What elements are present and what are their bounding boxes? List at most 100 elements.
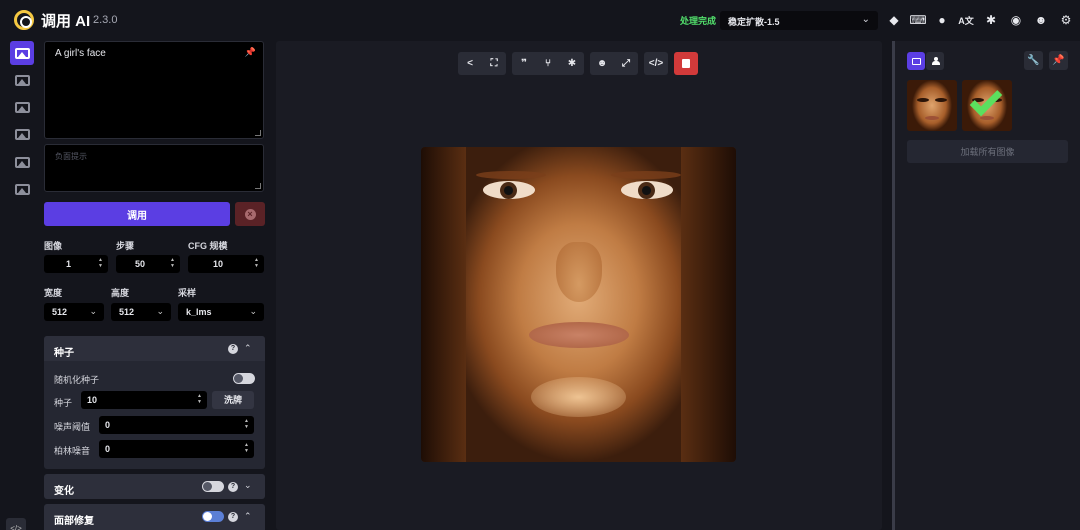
variation-title: 变化: [54, 486, 74, 497]
pin-icon[interactable]: 📌: [245, 47, 256, 58]
seed-section-title: 种子: [54, 348, 74, 359]
seedling-icon[interactable]: ⑂: [536, 52, 560, 75]
chevron-down-icon[interactable]: ⌄: [244, 480, 252, 491]
logo-icon: [14, 10, 34, 30]
postprocess-icon: [14, 183, 30, 195]
random-seed-toggle[interactable]: [233, 373, 255, 384]
gallery-images-tab[interactable]: [907, 52, 925, 70]
github-icon[interactable]: ◉: [1008, 12, 1024, 28]
share-icon[interactable]: <: [458, 52, 482, 75]
invoke-button[interactable]: 调用: [44, 202, 230, 226]
chevron-up-icon[interactable]: ⌃: [244, 343, 252, 354]
palette-icon[interactable]: ●: [934, 12, 950, 28]
model-select-value: 稳定扩散-1.5: [728, 17, 780, 27]
resize-handle[interactable]: [255, 183, 261, 189]
code-toolbar-group: </>: [644, 52, 668, 75]
variation-accordion[interactable]: 变化 ? ⌄: [44, 474, 265, 499]
gear-icon[interactable]: ⚙: [1058, 12, 1074, 28]
variation-toggle[interactable]: [202, 481, 224, 492]
perlin-noise-value: 0: [105, 444, 111, 454]
chevron-down-icon: ⌄: [861, 14, 870, 25]
stepper-icon[interactable]: ▲ ▼: [98, 257, 103, 269]
image-icon: [911, 57, 921, 65]
current-image[interactable]: [421, 147, 736, 462]
perlin-noise-input[interactable]: 0 ▲ ▼: [99, 440, 254, 458]
seed-accordion: 种子 ? ⌃ 随机化种子 种子 10 ▲ ▼ 洗牌 噪声阈值 0 ▲ ▼ 柏林噪音 …: [44, 336, 265, 469]
wrench-icon[interactable]: 🔧: [1024, 51, 1043, 70]
steps-input[interactable]: 50 ▲ ▼: [116, 255, 180, 273]
close-icon: ×: [244, 208, 256, 220]
noise-threshold-label: 噪声阈值: [54, 422, 91, 432]
width-select[interactable]: 512 ⌄: [44, 303, 104, 321]
face-restore-accordion[interactable]: 面部修复 ? ⌃: [44, 504, 265, 530]
chevron-down-icon: ⌄: [156, 306, 164, 316]
fullscreen-icon[interactable]: ⛶: [482, 52, 506, 75]
images-input[interactable]: 1 ▲ ▼: [44, 255, 108, 273]
tab-nodes[interactable]: [10, 150, 34, 174]
text-to-image-icon: [14, 47, 30, 59]
prompt-input[interactable]: A girl's face 📌: [44, 41, 264, 139]
cfg-input[interactable]: 10 ▲ ▼: [188, 255, 264, 273]
height-select[interactable]: 512 ⌄: [111, 303, 171, 321]
load-all-images-button[interactable]: 加载所有图像: [907, 140, 1068, 163]
chevron-down-icon: ⌄: [249, 306, 257, 316]
gallery-user-tab[interactable]: [926, 52, 944, 70]
image-chin: [531, 377, 626, 417]
header: 调用 AI 2.3.0 处理完成 稳定扩散-1.5 ⌄ ◆ ⌨ ● A文 ✱ ◉…: [0, 0, 1080, 40]
image-eye-right: [621, 181, 673, 199]
stepper-icon[interactable]: ▲ ▼: [197, 393, 202, 405]
sampler-select[interactable]: k_lms ⌄: [178, 303, 264, 321]
face-icon[interactable]: ☻: [590, 52, 614, 75]
seed-label: 种子: [54, 398, 73, 408]
negative-prompt-placeholder: 负面提示: [55, 152, 87, 161]
upscale-toolbar-group: ☻ ⤢: [590, 52, 638, 75]
face-restore-toggle[interactable]: [202, 511, 224, 522]
stepper-icon[interactable]: ▲ ▼: [254, 257, 259, 269]
discord-icon[interactable]: ☻: [1033, 12, 1049, 28]
steps-label: 步骤: [116, 241, 135, 251]
noise-threshold-input[interactable]: 0 ▲ ▼: [99, 416, 254, 434]
help-icon[interactable]: ?: [228, 344, 238, 354]
image-to-image-icon: [14, 74, 30, 86]
chevron-up-icon[interactable]: ⌃: [244, 511, 252, 522]
tab-inpainting[interactable]: [10, 95, 34, 119]
sampler-value: k_lms: [186, 307, 212, 317]
expand-icon[interactable]: ⤢: [614, 52, 638, 75]
gallery-thumbnail[interactable]: [907, 80, 957, 131]
tab-postprocess[interactable]: [10, 177, 34, 201]
seed-input[interactable]: 10 ▲ ▼: [81, 391, 207, 409]
cancel-button[interactable]: ×: [235, 202, 265, 226]
cube-icon[interactable]: ◆: [886, 12, 902, 28]
tab-image-to-image[interactable]: [10, 68, 34, 92]
perlin-noise-label: 柏林噪音: [54, 446, 91, 456]
inpainting-icon: [14, 101, 30, 113]
stepper-icon[interactable]: ▲ ▼: [244, 418, 249, 430]
share-toolbar-group: < ⛶: [458, 52, 506, 75]
help-icon[interactable]: ?: [228, 512, 238, 522]
translate-icon[interactable]: A文: [958, 12, 974, 28]
gallery-thumbnail-selected[interactable]: [962, 80, 1012, 131]
delete-button[interactable]: [674, 52, 698, 75]
code-toggle-button[interactable]: </>: [6, 518, 26, 530]
help-icon[interactable]: ?: [228, 482, 238, 492]
model-select[interactable]: 稳定扩散-1.5 ⌄: [720, 11, 878, 30]
asterisk-icon[interactable]: ✱: [560, 52, 584, 75]
thumb-mouth: [980, 116, 994, 120]
image-mouth: [529, 322, 629, 348]
code-icon[interactable]: </>: [644, 52, 668, 75]
gallery-panel: 🔧 📌 加载所有图像: [892, 41, 1080, 530]
quote-icon[interactable]: ❞: [512, 52, 536, 75]
stepper-icon[interactable]: ▲ ▼: [244, 442, 249, 454]
negative-prompt-input[interactable]: 负面提示: [44, 144, 264, 192]
bug-icon[interactable]: ✱: [983, 12, 999, 28]
outpainting-icon: [14, 128, 30, 140]
tab-text-to-image[interactable]: [10, 41, 34, 65]
resize-handle[interactable]: [255, 130, 261, 136]
pin-icon[interactable]: 📌: [1049, 51, 1068, 70]
tab-outpainting[interactable]: [10, 122, 34, 146]
status-text: 处理完成: [680, 16, 717, 26]
image-hair-left: [421, 147, 466, 462]
keyboard-icon[interactable]: ⌨: [909, 12, 926, 28]
stepper-icon[interactable]: ▲ ▼: [170, 257, 175, 269]
shuffle-button[interactable]: 洗牌: [212, 391, 254, 409]
